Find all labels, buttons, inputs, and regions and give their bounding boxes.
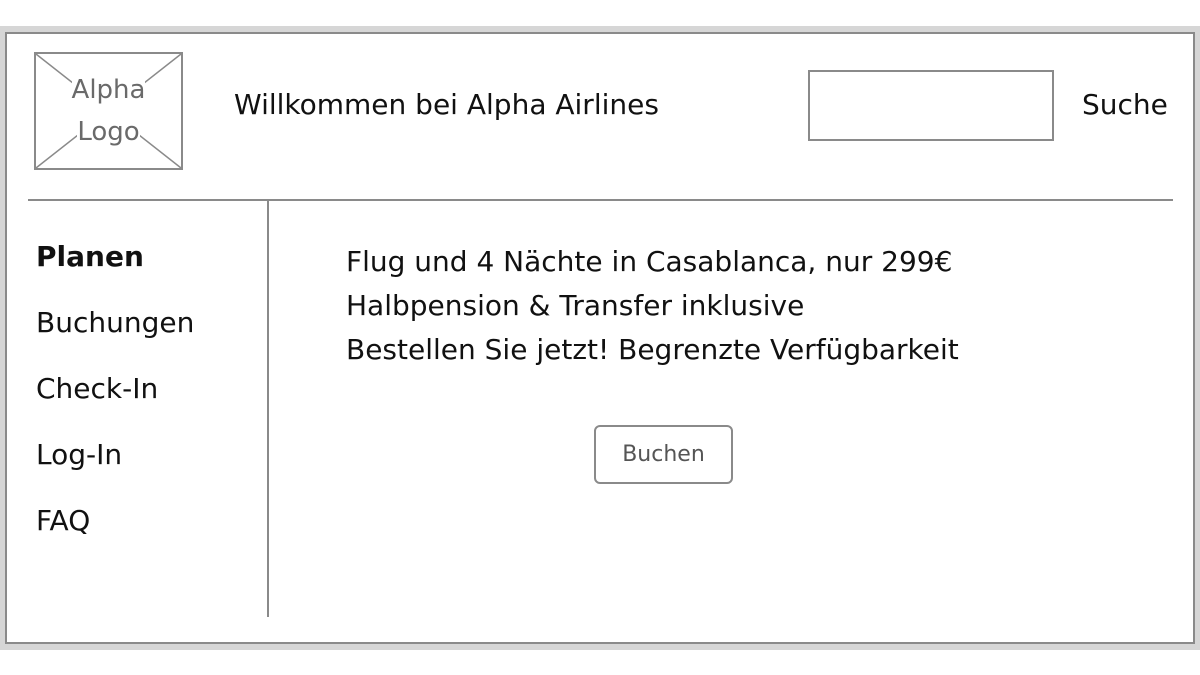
- promo-line: Flug und 4 Nächte in Casablanca, nur 299…: [346, 245, 953, 278]
- logo-placeholder: Alpha Logo: [34, 52, 183, 170]
- sidebar-divider: [267, 201, 269, 617]
- page-title: Willkommen bei Alpha Airlines: [234, 88, 659, 121]
- header-divider: [28, 199, 1173, 201]
- search-input[interactable]: [808, 70, 1054, 141]
- logo-text: Alpha Logo: [36, 54, 181, 168]
- sidebar-item-planen[interactable]: Planen: [36, 240, 144, 273]
- logo-line-2: Logo: [77, 111, 140, 153]
- logo-line-1: Alpha: [71, 69, 146, 111]
- search-button[interactable]: Suche: [1082, 88, 1168, 121]
- sidebar-item-check-in[interactable]: Check-In: [36, 372, 158, 405]
- promo-line: Halbpension & Transfer inklusive: [346, 289, 805, 322]
- sidebar-item-faq[interactable]: FAQ: [36, 504, 90, 537]
- sidebar-item-log-in[interactable]: Log-In: [36, 438, 122, 471]
- promo-line: Bestellen Sie jetzt! Begrenzte Verfügbar…: [346, 333, 959, 366]
- sidebar-item-buchungen[interactable]: Buchungen: [36, 306, 194, 339]
- promo-text: Flug und 4 Nächte in Casablanca, nur 299…: [346, 240, 959, 372]
- book-button[interactable]: Buchen: [594, 425, 733, 484]
